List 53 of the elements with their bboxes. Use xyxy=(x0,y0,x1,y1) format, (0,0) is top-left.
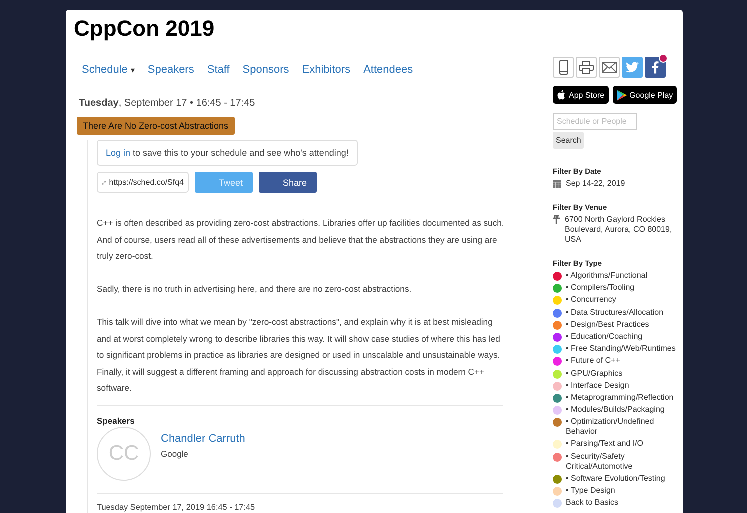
session-time: Tuesday September 17, 2019 16:45 - 17:45 xyxy=(97,502,256,512)
speaker-name[interactable]: Chandler Carruth xyxy=(161,432,246,444)
login-notice: Log in to save this to your schedule and see who's attending! xyxy=(97,140,358,166)
event-title: There Are No Zero-cost Abstractions xyxy=(77,117,235,135)
type-filter[interactable]: • Education/Coaching xyxy=(566,332,643,342)
type-filter[interactable]: • Security/Safety Critical/Automotive xyxy=(566,452,683,472)
url-field[interactable]: https://sched.co/Sfq4 xyxy=(97,172,189,193)
pin-icon xyxy=(553,215,560,224)
search-field[interactable]: Schedule or People xyxy=(553,113,637,130)
nav-link[interactable]: Staff xyxy=(207,64,230,84)
share-button[interactable]: Share xyxy=(259,172,317,193)
app-store-button[interactable]: App Store xyxy=(553,86,609,104)
type-filter[interactable]: • Metaprogramming/Reflection xyxy=(566,392,674,403)
nav-link[interactable]: Attendees xyxy=(364,64,414,84)
play-icon xyxy=(616,90,627,100)
nav-link[interactable]: Exhibitors xyxy=(302,64,351,84)
facebook-icon[interactable] xyxy=(645,57,666,78)
site-title: CppCon 2019 xyxy=(73,15,216,43)
type-filter[interactable]: • Future of C++ xyxy=(566,356,620,366)
type-filter[interactable]: • GPU/Graphics xyxy=(566,368,623,378)
venue-filter[interactable]: 6700 North Gaylord Rockies Boulevard, Aurora, CO 80019, USA xyxy=(565,215,683,245)
google-play-button[interactable]: Google Play xyxy=(612,86,678,104)
nav-link[interactable]: Sponsors xyxy=(242,64,290,84)
type-filter[interactable]: • Parsing/Text and I/O xyxy=(566,439,644,450)
type-filter[interactable]: • Concurrency xyxy=(566,295,616,306)
mail-icon[interactable] xyxy=(599,57,620,78)
date-filter[interactable]: Sep 14-22, 2019 xyxy=(566,179,626,189)
nav-link[interactable]: Schedule ▾ xyxy=(82,64,135,84)
description-paragraph: This talk will dive into what we mean by "zero-cost abstractions", and explain why it is at best misleading and at worst completely wrong to describe libraries this way. It will show case studies of where this has led to significant problems in practice as libraries are designed or used in unscalable and unsustainable ways. Finally, it will suggest a different framing and approach for discussing abstraction costs in modern C++ software. xyxy=(97,316,502,395)
type-filter[interactable]: • Algorithms/Functional xyxy=(566,271,648,281)
speakers-heading: Speakers xyxy=(97,416,136,426)
login-link[interactable]: Log in xyxy=(106,148,131,158)
link-icon xyxy=(102,178,106,186)
event-date: Tuesday, September 17 • 16:45 - 17:45 xyxy=(79,98,256,109)
description-paragraph: C++ is often described as providing zero-cost abstractions. Libraries offer up facilities documented as such. And of course, users read all of these advertisements and believe that the abstractions they are using are truly zero-cost. xyxy=(97,217,505,263)
type-filter[interactable]: • Software Evolution/Testing xyxy=(566,474,666,484)
nav-link[interactable]: Speakers xyxy=(148,64,194,84)
type-filter[interactable]: • Modules/Builds/Packaging xyxy=(566,405,665,416)
calendar-icon xyxy=(553,180,561,188)
type-filter[interactable]: • Type Design xyxy=(566,486,616,496)
speaker-company: Google xyxy=(161,448,190,458)
type-filter[interactable]: • Optimization/Undefined Behavior xyxy=(566,417,683,438)
apple-icon xyxy=(557,90,566,100)
type-filter[interactable]: • Compilers/Tooling xyxy=(566,283,635,294)
type-filter[interactable]: • Interface Design xyxy=(566,380,630,391)
print-icon[interactable] xyxy=(576,57,597,78)
description-paragraph: Sadly, there is no truth in advertising here, and there are no zero-cost abstractions. xyxy=(97,283,413,296)
type-filter[interactable]: Back to Basics xyxy=(566,498,618,508)
type-filter[interactable]: • Design/Best Practices xyxy=(566,320,650,330)
phone-icon[interactable] xyxy=(553,57,574,78)
type-filter[interactable]: • Data Structures/Allocation xyxy=(566,308,664,318)
search-button[interactable]: Search xyxy=(553,132,584,149)
type-filter[interactable]: • Free Standing/Web/Runtimes xyxy=(566,344,676,354)
